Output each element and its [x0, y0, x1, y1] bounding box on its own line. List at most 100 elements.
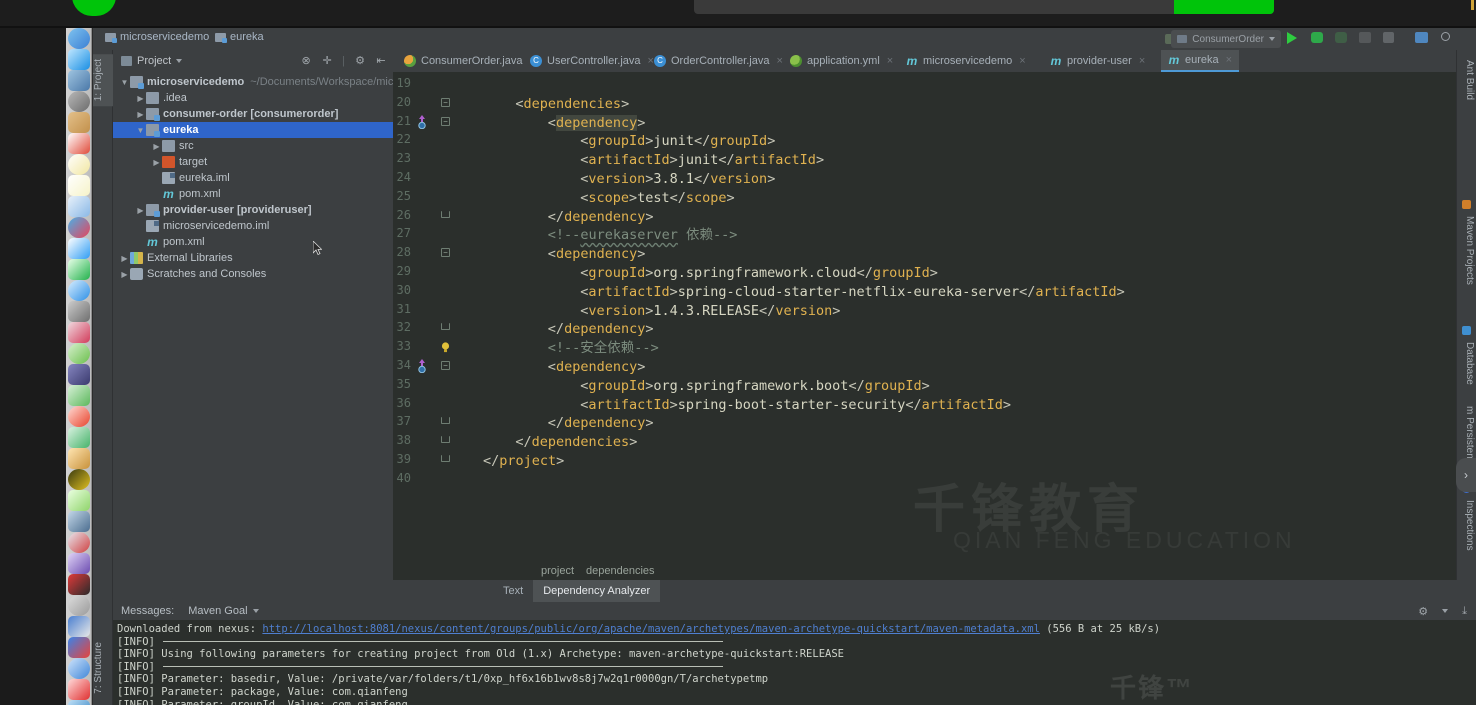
chevron-down-icon[interactable]: ▼ [119, 78, 130, 87]
dock-item-chrome-icon[interactable] [67, 637, 90, 658]
dock-item-ue-editor-icon[interactable] [67, 469, 90, 490]
fold-toggle-icon[interactable] [441, 323, 450, 331]
tree-item-eureka[interactable]: ▼ eureka [113, 122, 393, 138]
chevron-right-icon[interactable]: ▶ [135, 94, 146, 103]
dock-item-wechat-icon[interactable] [67, 259, 90, 280]
maven-goal-tab[interactable]: Maven Goal [188, 605, 259, 617]
chevron-down-icon[interactable]: ▼ [135, 126, 146, 135]
search-icon[interactable] [1441, 32, 1455, 46]
fold-toggle-icon[interactable]: − [441, 248, 450, 258]
code-text-area[interactable]: <dependencies> <dependency> <groupId>junit… [453, 72, 1455, 580]
fold-toggle-icon[interactable] [441, 436, 450, 444]
dock-item-green-app-icon[interactable] [67, 385, 90, 406]
messages-toolbar[interactable]: ⚙ ⤓ [1418, 605, 1467, 618]
chevron-down-icon[interactable] [1442, 609, 1449, 613]
editor-tab-application-yml[interactable]: application.yml × [783, 50, 899, 72]
editor-tab-consumerorder-java[interactable]: ConsumerOrder.java× [397, 50, 536, 72]
close-icon[interactable]: × [1019, 55, 1025, 67]
editor-tab-usercontroller-java[interactable]: UserController.java× [523, 50, 654, 72]
dock-item-paint-app-icon[interactable] [67, 448, 90, 469]
chevron-right-icon[interactable]: ▶ [151, 142, 162, 151]
tree-item-src[interactable]: ▶ src [113, 138, 393, 154]
dock-item-green-circle-app-icon[interactable] [67, 427, 90, 448]
dock-item-keynote-icon[interactable] [67, 322, 90, 343]
maven-console-output[interactable]: Downloaded from nexus: http://localhost:… [113, 620, 1476, 705]
editor-tab-provider-user[interactable]: m provider-user × [1043, 50, 1161, 72]
fold-toggle-icon[interactable] [441, 455, 450, 462]
stop-button[interactable] [1383, 32, 1397, 46]
dock-item-hbuilder-icon[interactable] [67, 406, 90, 427]
expand-right-panel-button[interactable]: › [1456, 458, 1476, 492]
tree-item-microservicedemo[interactable]: ▼ microservicedemo ~/Documents/Workspace/m… [113, 74, 393, 90]
coverage-button[interactable] [1335, 32, 1349, 46]
chevron-right-icon[interactable]: ▶ [119, 270, 130, 279]
close-icon[interactable]: × [887, 55, 893, 67]
player-seek-bar[interactable] [694, 0, 1274, 14]
dock-item-trash-or-app-icon[interactable] [67, 301, 90, 322]
dock-item-stickies-icon[interactable] [67, 175, 90, 196]
intention-bulb-icon[interactable] [441, 342, 450, 353]
sidebar-item-ant-build[interactable]: Ant Build [1457, 56, 1475, 104]
layout-button[interactable] [1415, 32, 1429, 46]
tree-item-pom-xml[interactable]: m pom.xml [113, 234, 393, 250]
build-button[interactable] [1359, 32, 1373, 46]
tree-item-provider-user-provideruser-[interactable]: ▶ provider-user [provideruser] [113, 202, 393, 218]
dock-item-dark-app-icon[interactable] [67, 364, 90, 385]
run-gutter-icon[interactable] [417, 114, 427, 129]
macos-dock[interactable] [66, 28, 92, 705]
tree-item-target[interactable]: ▶ target [113, 154, 393, 170]
editor-tab-strip[interactable]: ConsumerOrder.java×UserController.java×O… [393, 50, 1476, 72]
dock-item-ring-app-icon[interactable] [67, 490, 90, 511]
code-editor[interactable]: 千锋教育 QIAN FENG EDUCATION 19 20 21 22 23 24 25 2… [393, 72, 1476, 580]
export-icon[interactable]: ⤓ [1462, 605, 1467, 618]
sidebar-item-database[interactable]: Database [1457, 338, 1475, 389]
tab-text[interactable]: Text [493, 580, 533, 602]
fold-toggle-icon[interactable]: − [441, 116, 450, 126]
tree-item-pom-xml[interactable]: m pom.xml [113, 186, 393, 202]
dock-item-bird-app-icon[interactable] [67, 700, 90, 705]
sidebar-item-project[interactable]: 1: Project [93, 54, 113, 107]
dock-item-appstore-icon[interactable] [67, 280, 90, 301]
dock-item-files-folder-icon[interactable] [67, 112, 90, 133]
sidebar-item-structure[interactable]: 7: Structure [93, 637, 113, 699]
chevron-right-icon[interactable]: ▶ [151, 158, 162, 167]
project-panel-toolbar[interactable]: ⊗ ✛ | ⚙ ⇤ [300, 50, 387, 72]
dock-item-messages-icon[interactable] [67, 238, 90, 259]
tree-item-microservicedemo-iml[interactable]: microservicedemo.iml [113, 218, 393, 234]
hide-icon[interactable]: ⇤ [375, 55, 387, 67]
console-link[interactable]: http://localhost:8081/nexus/content/grou… [262, 623, 1040, 635]
fold-toggle-icon[interactable]: − [441, 361, 450, 370]
dock-item-qq-icon[interactable] [67, 574, 90, 595]
chevron-right-icon[interactable]: ▶ [135, 206, 146, 215]
dock-item-text-tool-icon[interactable] [67, 595, 90, 616]
dock-item-blue-app-icon[interactable] [67, 658, 90, 679]
dock-item-photos-icon[interactable] [67, 217, 90, 238]
collapse-all-icon[interactable]: ⊗ [300, 55, 312, 67]
code-folding-column[interactable]: − − − − [439, 72, 453, 580]
fold-toggle-icon[interactable] [441, 210, 450, 218]
settings-gear-icon[interactable]: ⚙ [1418, 605, 1428, 618]
tree-item-consumer-order-consumerorder-[interactable]: ▶ consumer-order [consumerorder] [113, 106, 393, 122]
dock-item-purple-app-icon[interactable] [67, 553, 90, 574]
breadcrumb-item-project[interactable]: project [541, 565, 574, 577]
breadcrumb-project[interactable]: microservicedemo [105, 31, 209, 43]
tab-dependency-analyzer[interactable]: Dependency Analyzer [533, 580, 661, 602]
dock-item-clock-app-icon[interactable] [67, 616, 90, 637]
chevron-right-icon[interactable]: ▶ [135, 110, 146, 119]
run-gutter-icon[interactable] [417, 359, 427, 374]
editor-tab-microservicedemo[interactable]: m microservicedemo × [899, 50, 1043, 72]
close-icon[interactable]: × [1139, 55, 1145, 67]
sidebar-item-inspections[interactable]: Inspections [1457, 496, 1475, 555]
run-button[interactable] [1287, 32, 1301, 46]
dock-item-finder-icon[interactable] [67, 28, 90, 49]
dock-item-preview-icon[interactable] [67, 196, 90, 217]
editor-tab-ordercontroller-java[interactable]: OrderController.java × [647, 50, 783, 72]
sidebar-item-maven-projects[interactable]: Maven Projects [1457, 212, 1475, 289]
dock-item-notes-icon[interactable] [67, 154, 90, 175]
dock-item-netease-music-icon[interactable] [67, 679, 90, 700]
dock-item-system-preferences-icon[interactable] [67, 91, 90, 112]
close-icon[interactable]: × [1226, 54, 1232, 66]
editor-tab-eureka[interactable]: m eureka × [1161, 50, 1239, 72]
dock-item-screenshot-icon[interactable] [67, 70, 90, 91]
fold-toggle-icon[interactable] [441, 417, 450, 425]
